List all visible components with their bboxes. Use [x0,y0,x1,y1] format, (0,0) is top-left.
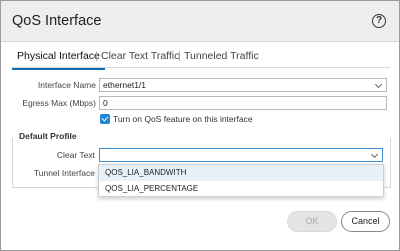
tab-divider [12,67,390,68]
interface-name-select[interactable]: ethernet1/1 [99,78,387,92]
clear-text-dropdown-list: QOS_LIA_BANDWITH QOS_LIA_PERCENTAGE [98,164,384,197]
qos-checkbox[interactable] [100,114,110,124]
egress-max-value: 0 [103,98,108,108]
dialog-titlebar: QoS Interface ? [1,1,399,42]
clear-text-label: Clear Text [56,150,95,160]
interface-name-value: ethernet1/1 [103,80,147,90]
egress-max-label: Egress Max (Mbps) [22,98,96,108]
egress-max-input[interactable]: 0 [99,96,387,110]
interface-name-label: Interface Name [37,80,96,90]
clear-text-select[interactable] [99,148,383,162]
cancel-button[interactable]: Cancel [341,211,390,232]
help-icon[interactable]: ? [372,14,386,28]
chevron-down-icon [370,150,379,159]
ok-button[interactable]: OK [287,211,337,232]
dropdown-option-qos-lia-bandwith[interactable]: QOS_LIA_BANDWITH [99,165,383,181]
qos-interface-dialog: QoS Interface ? Physical Interface | Cle… [0,0,400,251]
dialog-title: QoS Interface [12,13,102,29]
tab-tunneled-traffic[interactable]: Tunneled Traffic [179,48,264,66]
dropdown-option-qos-lia-percentage[interactable]: QOS_LIA_PERCENTAGE [99,181,383,197]
default-profile-legend: Default Profile [19,131,80,141]
tunnel-interface-label: Tunnel Interface [33,168,95,178]
tab-clear-text-traffic[interactable]: Clear Text Traffic [96,48,184,66]
chevron-down-icon [374,80,383,89]
qos-checkbox-label: Turn on QoS feature on this interface [113,114,253,124]
